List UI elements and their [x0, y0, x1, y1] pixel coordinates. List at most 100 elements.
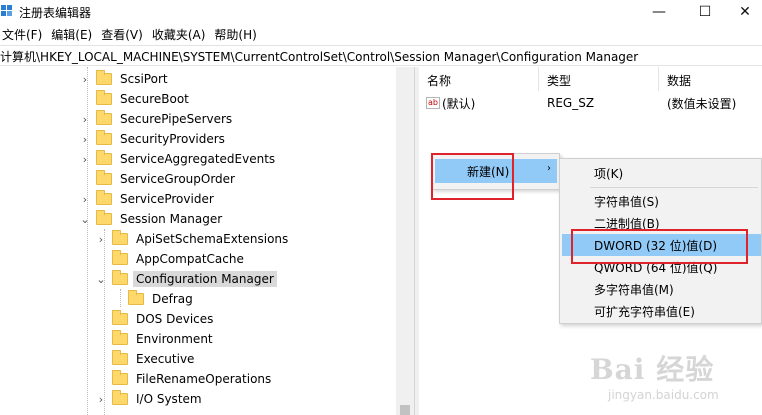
collapse-chevron-icon[interactable]: ⌄ — [80, 209, 90, 229]
tree-item-label: AppCompatCache — [136, 252, 244, 266]
tree-item-securepipeservers[interactable]: › SecurePipeServers — [80, 109, 235, 129]
folder-icon — [112, 230, 128, 245]
value-row-data: (数值未设置) — [667, 96, 737, 111]
tree-item-label: Configuration Manager — [133, 271, 277, 287]
tree-item-label: ServiceGroupOrder — [120, 172, 235, 186]
expand-chevron-icon[interactable]: › — [80, 109, 90, 129]
baidu-jingyan-watermark: Bai 经验 jingyan.baidu.com — [590, 340, 762, 410]
registry-tree: › ScsiPort SecureBoot › SecurePipeServer… — [0, 67, 414, 415]
submenu-item-expandable-string-value[interactable]: 可扩充字符串值(E) — [562, 300, 761, 322]
value-row-type: REG_SZ — [547, 96, 595, 110]
tree-item-securityproviders[interactable]: › SecurityProviders — [80, 129, 228, 149]
annotation-box-dword — [571, 229, 748, 264]
folder-icon — [112, 330, 128, 345]
folder-icon — [96, 70, 112, 85]
column-header-name[interactable]: 名称 — [419, 67, 539, 91]
submenu-separator — [590, 187, 758, 188]
submenu-item-string-value[interactable]: 字符串值(S) — [562, 190, 761, 212]
tree-item-filerenameoperations[interactable]: FileRenameOperations — [96, 369, 274, 389]
title-bar: 注册表编辑器 — ☐ ✕ — [0, 0, 762, 24]
close-icon: ✕ — [739, 4, 751, 20]
minimize-button[interactable]: — — [636, 0, 682, 24]
scrollbar-thumb[interactable] — [400, 405, 410, 415]
folder-icon — [96, 90, 112, 105]
expand-chevron-icon — [96, 309, 106, 329]
tree-item-label: Defrag — [152, 292, 193, 306]
expand-chevron-icon — [80, 89, 90, 109]
tree-item-label: SecurityProviders — [120, 132, 225, 146]
folder-icon — [128, 290, 144, 305]
collapse-chevron-icon[interactable]: ⌄ — [96, 269, 106, 289]
folder-icon — [112, 350, 128, 365]
tree-item-label: ServiceProvider — [120, 192, 214, 206]
submenu-arrow-icon: › — [547, 163, 551, 174]
column-header-data[interactable]: 数据 — [659, 67, 762, 91]
tree-scrollbar[interactable] — [396, 67, 414, 415]
minimize-icon: — — [652, 4, 666, 20]
value-name: (默认) — [442, 96, 476, 111]
string-value-icon: ab — [426, 97, 440, 109]
close-button[interactable]: ✕ — [728, 0, 762, 24]
folder-icon — [96, 130, 112, 145]
tree-item-label: SecureBoot — [120, 92, 189, 106]
expand-chevron-icon[interactable]: › — [80, 69, 90, 89]
tree-item-secureboot[interactable]: SecureBoot — [80, 89, 192, 109]
folder-icon — [96, 150, 112, 165]
tree-item-configuration-manager[interactable]: ⌄ Configuration Manager — [96, 269, 277, 289]
submenu-item-key[interactable]: 项(K) — [562, 162, 761, 184]
expand-chevron-icon[interactable]: › — [96, 229, 106, 249]
expand-chevron-icon[interactable]: › — [96, 389, 106, 409]
folder-icon — [112, 310, 128, 325]
expand-chevron-icon[interactable]: › — [80, 149, 90, 169]
tree-item-appcompatcache[interactable]: AppCompatCache — [96, 249, 247, 269]
menu-edit[interactable]: 编辑(E) — [49, 26, 99, 43]
expand-chevron-icon[interactable]: › — [80, 189, 90, 209]
tree-item-label: Session Manager — [120, 212, 223, 226]
tree-item-serviceaggregatedevents[interactable]: › ServiceAggregatedEvents — [80, 149, 278, 169]
tree-item-defrag[interactable]: Defrag — [112, 289, 196, 309]
column-header-type[interactable]: 类型 — [539, 67, 659, 91]
tree-item-label: ApiSetSchemaExtensions — [136, 232, 289, 246]
annotation-box-new — [431, 153, 514, 200]
menu-view[interactable]: 查看(V) — [99, 26, 150, 43]
expand-chevron-icon — [96, 249, 106, 269]
folder-icon — [96, 170, 112, 185]
folder-icon — [96, 190, 112, 205]
regedit-app-icon — [1, 5, 12, 16]
maximize-button[interactable]: ☐ — [682, 0, 728, 24]
tree-item-scsiport[interactable]: › ScsiPort — [80, 69, 171, 89]
menu-bar: 文件(F) 编辑(E) 查看(V) 收藏夹(A) 帮助(H) — [0, 24, 762, 44]
tree-item-label: Environment — [136, 332, 213, 346]
tree-item-executive[interactable]: Executive — [96, 349, 197, 369]
folder-icon — [96, 210, 112, 225]
tree-item-apisetschemaextensions[interactable]: › ApiSetSchemaExtensions — [96, 229, 291, 249]
watermark-url: jingyan.baidu.com — [608, 388, 719, 402]
folder-icon — [112, 390, 128, 405]
tree-item-dos-devices[interactable]: DOS Devices — [96, 309, 216, 329]
tree-item-servicegrouporder[interactable]: ServiceGroupOrder — [80, 169, 238, 189]
watermark-logo-text: Bai 经验 — [590, 353, 715, 386]
expand-chevron-icon — [80, 169, 90, 189]
tree-item-label: Executive — [136, 352, 195, 366]
folder-icon — [112, 250, 128, 265]
tree-item-session-manager[interactable]: ⌄ Session Manager — [80, 209, 225, 229]
submenu-item-multi-string-value[interactable]: 多字符串值(M) — [562, 278, 761, 300]
tree-item-label: I/O System — [136, 392, 202, 406]
expand-chevron-icon — [112, 289, 122, 309]
window-title: 注册表编辑器 — [19, 6, 92, 20]
menu-help[interactable]: 帮助(H) — [212, 26, 263, 43]
tree-item-label: ServiceAggregatedEvents — [120, 152, 276, 166]
menu-favorites[interactable]: 收藏夹(A) — [150, 26, 213, 43]
address-bar[interactable]: 计算机\HKEY_LOCAL_MACHINE\SYSTEM\CurrentCon… — [0, 45, 762, 66]
tree-item-label: DOS Devices — [136, 312, 214, 326]
value-row-name[interactable]: ab (默认) — [426, 93, 546, 113]
folder-icon — [112, 370, 128, 385]
tree-item-io-system[interactable]: › I/O System — [96, 389, 205, 409]
tree-item-serviceprovider[interactable]: › ServiceProvider — [80, 189, 217, 209]
expand-chevron-icon[interactable]: › — [80, 129, 90, 149]
tree-item-environment[interactable]: Environment — [96, 329, 216, 349]
tree-item-label: FileRenameOperations — [136, 372, 272, 386]
menu-file[interactable]: 文件(F) — [0, 26, 49, 43]
folder-icon — [112, 270, 128, 285]
expand-chevron-icon — [96, 329, 106, 349]
